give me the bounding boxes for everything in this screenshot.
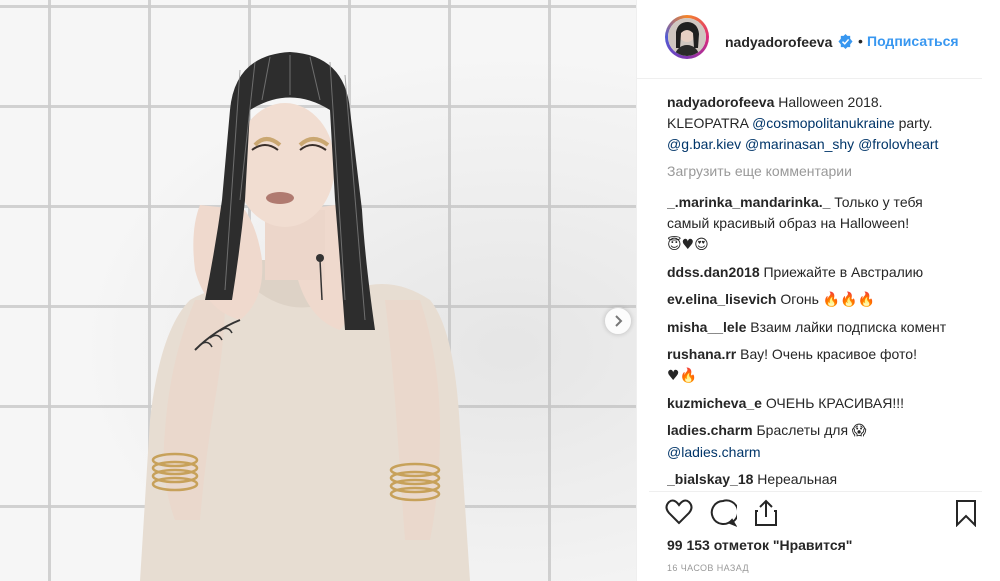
chevron-right-icon (615, 315, 623, 327)
caption-text-2: party. (894, 115, 933, 131)
caption-username[interactable]: nadyadorofeeva (667, 94, 774, 110)
caption: nadyadorofeeva Halloween 2018. KLEOPATRA… (667, 92, 967, 155)
comment-username[interactable]: ev.elina_lisevich (667, 291, 776, 307)
comment-item: ladies.charm Браслеты для 😱 @ladies.char… (667, 420, 967, 463)
comment-username[interactable]: _bialskay_18 (667, 471, 753, 487)
comment-item: _bialskay_18 Нереальная (667, 469, 967, 490)
post-header: nadyadorofeeva • Подписаться (637, 0, 982, 79)
comment-username[interactable]: misha__lele (667, 319, 746, 335)
mention-link[interactable]: @ladies.charm (667, 444, 761, 460)
separator-dot: • (858, 33, 863, 49)
comment-item: _.marinka_mandarinka._ Только у тебя сам… (667, 192, 967, 256)
comment-username[interactable]: kuzmicheva_e (667, 395, 762, 411)
comment-text: Приежайте в Австралию (759, 264, 924, 280)
comment-icon[interactable] (709, 499, 737, 527)
mention-link[interactable]: @g.bar.kiev (667, 136, 741, 152)
comment-text: ОЧЕНЬ КРАСИВАЯ!!! (761, 395, 905, 411)
comment-emoji: ♥🔥 (667, 368, 697, 384)
comment-username[interactable]: _.marinka_mandarinka._ (667, 194, 830, 210)
post-side-panel: nadyadorofeeva • Подписаться nadyadorofe… (636, 0, 1000, 581)
mention-link[interactable]: @marinasan_shy (745, 136, 854, 152)
post-actions (665, 499, 985, 529)
mention-link[interactable]: @frolovheart (858, 136, 938, 152)
likes-count[interactable]: 99 153 отметок "Нравится" (667, 537, 852, 553)
comment-item: rushana.rr Вау! Очень красивое фото! ♥🔥 (667, 344, 967, 387)
comment-item: ddss.dan2018 Приежайте в Австралию (667, 262, 967, 283)
header-username[interactable]: nadyadorofeeva (725, 34, 832, 50)
comment-item: ev.elina_lisevich Огонь 🔥🔥🔥 (667, 289, 967, 311)
bookmark-icon[interactable] (955, 499, 977, 527)
post-timestamp[interactable]: 16 часов назад (667, 563, 749, 573)
mention-link[interactable]: @cosmopolitanukraine (752, 115, 895, 131)
woman-in-headdress-image (140, 52, 470, 581)
load-more-comments-button[interactable]: Загрузить еще комментарии (667, 161, 967, 182)
share-icon[interactable] (753, 499, 779, 527)
comment-text: Браслеты для (752, 422, 852, 438)
comment-emoji: 🔥🔥🔥 (822, 292, 876, 308)
heart-icon[interactable] (665, 499, 693, 525)
comment-text: Огонь (776, 291, 823, 307)
comment-username[interactable]: ladies.charm (667, 422, 753, 438)
avatar[interactable] (665, 15, 709, 59)
comment-emoji: 😇♥😍 (667, 237, 709, 253)
comment-text: Нереальная (753, 471, 838, 487)
next-photo-button[interactable] (604, 307, 632, 335)
comment-emoji: 😱 (851, 423, 867, 439)
comment-item: kuzmicheva_e ОЧЕНЬ КРАСИВАЯ!!! (667, 393, 967, 414)
follow-button[interactable]: Подписаться (867, 33, 959, 49)
comment-text: Вау! Очень красивое фото! (736, 346, 917, 362)
post-photo[interactable] (0, 0, 636, 581)
comment-text: Взаим лайки подписка комент (746, 319, 947, 335)
comment-item: misha__lele Взаим лайки подписка комент (667, 317, 967, 338)
comment-username[interactable]: rushana.rr (667, 346, 736, 362)
comment-username[interactable]: ddss.dan2018 (667, 264, 760, 280)
comments-list[interactable]: nadyadorofeeva Halloween 2018. KLEOPATRA… (667, 92, 967, 492)
divider (649, 491, 982, 492)
verified-badge-icon (838, 34, 853, 49)
avatar-photo (668, 18, 706, 56)
